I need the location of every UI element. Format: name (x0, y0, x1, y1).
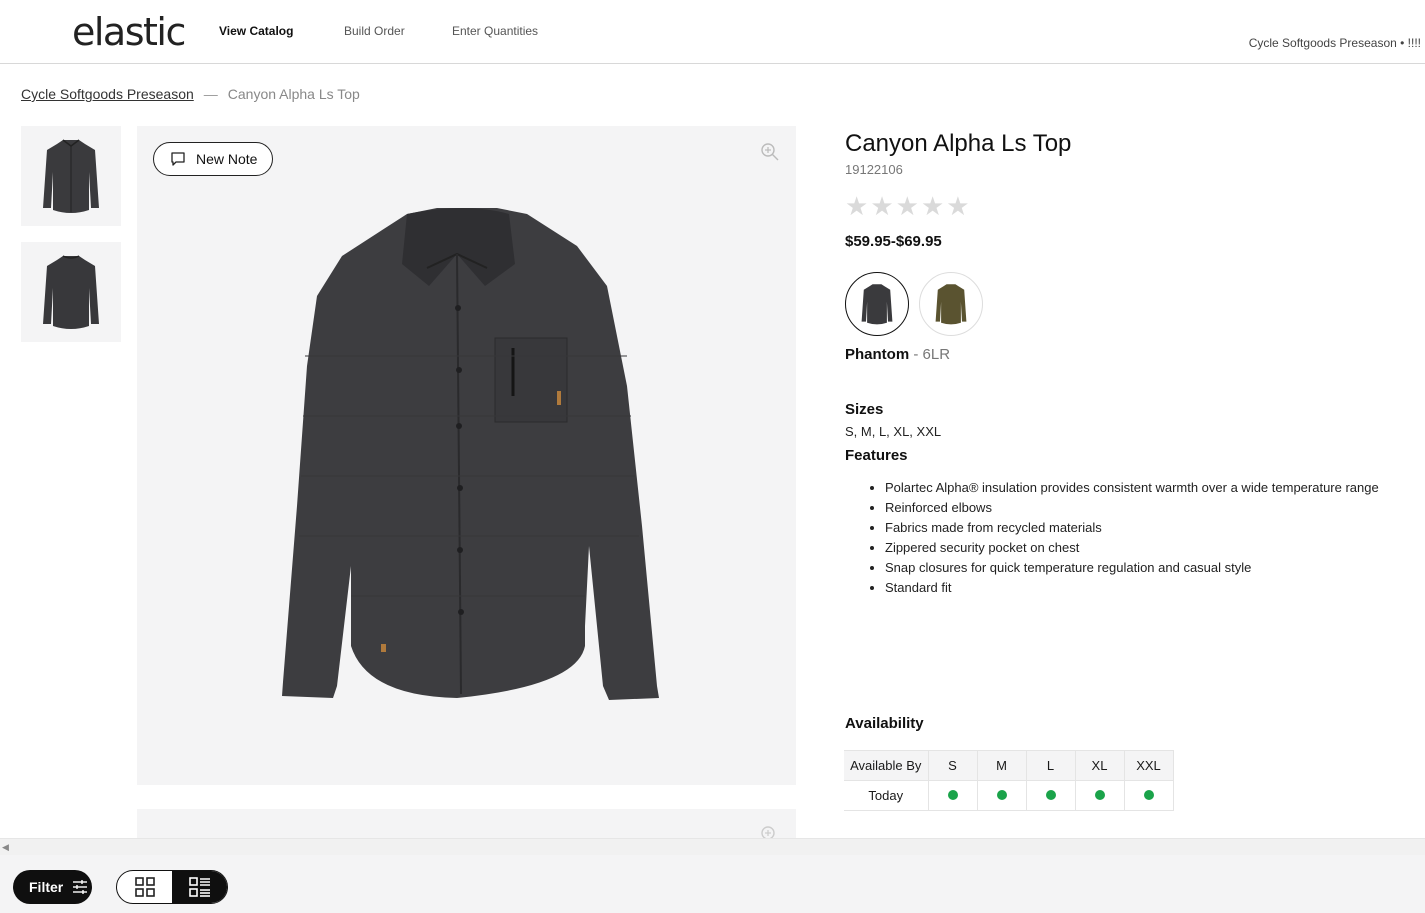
swatch-olive[interactable] (919, 272, 983, 336)
grid-icon (134, 877, 155, 897)
star-icon[interactable]: ★ (896, 193, 919, 219)
elastic-logo[interactable]: elastic (72, 10, 186, 54)
nav-build-order[interactable]: Build Order (344, 24, 405, 38)
shirt-back-thumbnail-image (43, 255, 99, 329)
breadcrumb: Cycle Softgoods Preseason — Canyon Alpha L… (21, 86, 360, 102)
size-col-xxl: XXL (1123, 750, 1174, 781)
rating-stars[interactable]: ★ ★ ★ ★ ★ (845, 193, 1425, 219)
size-col-m: M (976, 750, 1027, 781)
feature-item: Snap closures for quick temperature regu… (885, 558, 1425, 578)
thumbnail-front[interactable] (21, 126, 121, 226)
color-separator: - (909, 346, 923, 363)
breadcrumb-current: Canyon Alpha Ls Top (227, 86, 360, 102)
size-col-s: S (927, 750, 978, 781)
product-details: Canyon Alpha Ls Top 19122106 ★ ★ ★ ★ ★ $59.9… (845, 130, 1425, 598)
breadcrumb-parent-link[interactable]: Cycle Softgoods Preseason (21, 86, 194, 102)
star-icon[interactable]: ★ (946, 193, 969, 219)
availability-heading: Availability (845, 715, 924, 732)
features-list: Polartec Alpha® insulation provides cons… (885, 478, 1425, 598)
feature-item: Standard fit (885, 578, 1425, 598)
color-name: Phantom (845, 346, 910, 363)
product-price: $59.95-$69.95 (845, 233, 942, 250)
star-icon[interactable]: ★ (845, 193, 868, 219)
swatch-phantom[interactable] (845, 272, 909, 336)
shirt-product-photo (282, 208, 659, 700)
available-dot-icon (996, 790, 1007, 800)
row-label-today: Today (844, 780, 929, 811)
nav-view-catalog[interactable]: View Catalog (219, 24, 293, 38)
star-icon[interactable]: ★ (921, 193, 944, 219)
availability-cell (1074, 780, 1125, 811)
availability-cell (976, 780, 1027, 811)
main-product-image[interactable]: New Note (137, 126, 796, 785)
color-code: 6LR (922, 346, 951, 363)
availability-cell (1025, 780, 1076, 811)
availability-header-row: Available By S M L XL XXL (844, 750, 1174, 781)
available-dot-icon (1045, 790, 1056, 800)
list-detail-icon (188, 877, 210, 897)
availability-row: Today (844, 780, 1174, 811)
availability-cell (1123, 780, 1174, 811)
feature-item: Polartec Alpha® insulation provides cons… (885, 478, 1425, 498)
feature-item: Reinforced elbows (885, 498, 1425, 518)
grid-view-button[interactable] (117, 871, 172, 903)
product-title: Canyon Alpha Ls Top (845, 130, 1072, 157)
sliders-icon (73, 880, 88, 894)
availability-cell (927, 780, 978, 811)
feature-item: Zippered security pocket on chest (885, 538, 1425, 558)
account-menu[interactable]: Cycle Softgoods Preseason • !!!! (1249, 36, 1421, 50)
sizes-list: S, M, L, XL, XXL (845, 424, 942, 439)
star-icon[interactable]: ★ (870, 193, 893, 219)
shirt-front-thumbnail-image (43, 139, 99, 213)
detail-view-button[interactable] (172, 871, 227, 903)
available-dot-icon (947, 790, 958, 800)
color-swatches (845, 272, 1425, 336)
availability-table: Available By S M L XL XXL Today (844, 750, 1174, 811)
available-dot-icon (1143, 790, 1154, 800)
bottom-toolbar: Filter (0, 855, 1425, 913)
feature-item: Fabrics made from recycled materials (885, 518, 1425, 538)
view-toggle (116, 870, 228, 904)
thumbnail-back[interactable] (21, 242, 121, 342)
breadcrumb-separator: — (203, 86, 218, 102)
size-col-l: L (1025, 750, 1076, 781)
scroll-left-arrow-icon[interactable]: ◀ (2, 842, 9, 853)
available-by-label: Available By (844, 750, 929, 781)
filter-label: Filter (29, 879, 64, 895)
sizes-heading: Sizes (845, 401, 884, 418)
swatch-shirt-image (861, 284, 893, 325)
filter-button[interactable]: Filter (13, 870, 92, 904)
nav-enter-quantities[interactable]: Enter Quantities (452, 24, 538, 38)
horizontal-scrollbar[interactable]: ◀ (0, 838, 1425, 855)
top-nav-bar: elastic View Catalog Build Order Enter Q… (0, 0, 1425, 64)
features-heading: Features (845, 447, 908, 464)
size-col-xl: XL (1074, 750, 1125, 781)
swatch-shirt-image (935, 284, 967, 325)
product-sku: 19122106 (845, 162, 903, 177)
available-dot-icon (1094, 790, 1105, 800)
selected-color: Phantom - 6LR (845, 346, 1425, 363)
